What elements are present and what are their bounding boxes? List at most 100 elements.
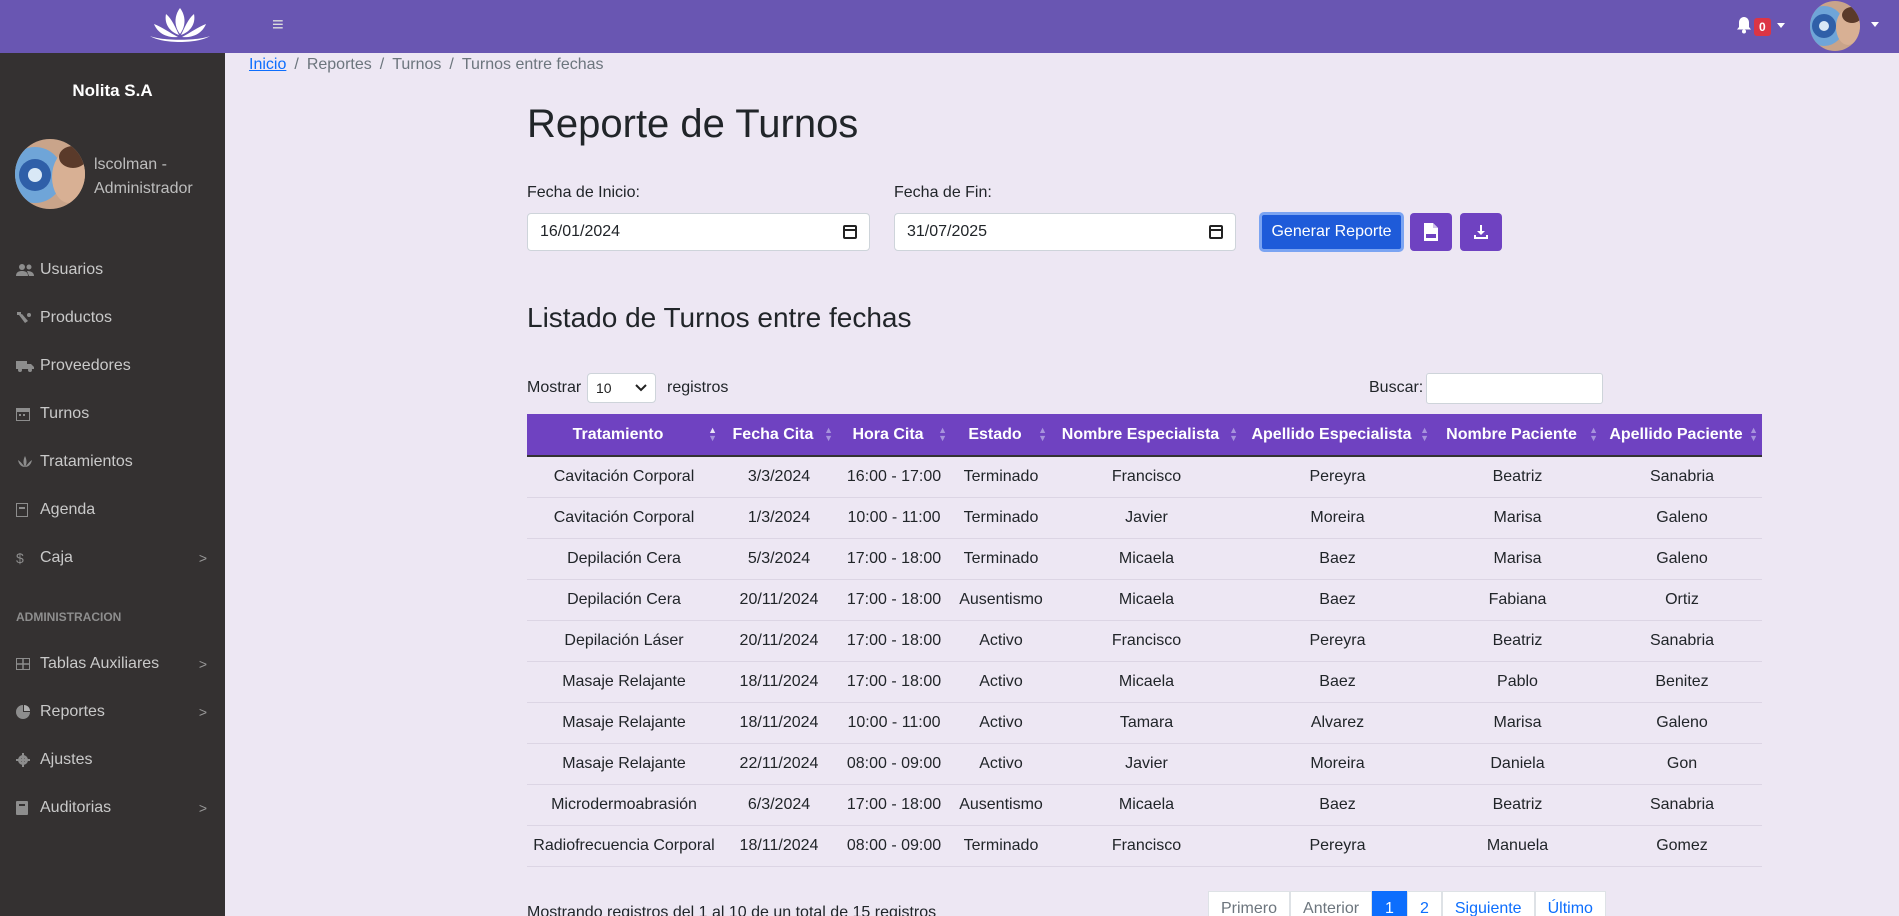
table-cell: Depilación Láser: [564, 631, 684, 649]
calendar-icon[interactable]: [843, 225, 857, 239]
table-cell: Cavitación Corporal: [553, 508, 695, 526]
sidebar: Nolita S.A lscolman - Administrador Usua…: [0, 53, 225, 916]
users-icon: [16, 263, 36, 277]
sidebar-item-tablas-auxiliares[interactable]: Tablas Auxiliares >: [0, 644, 225, 684]
column-header-tratamiento[interactable]: Tratamiento ▲ ▼: [527, 414, 721, 457]
table-cell: Pereyra: [1309, 836, 1366, 854]
sidebar-item-ajustes[interactable]: Ajustes: [0, 740, 225, 780]
sidebar-item-label: Tratamientos: [40, 453, 133, 470]
table-cell: 18/11/2024: [739, 836, 819, 854]
table-cell: Beatriz: [1492, 631, 1543, 649]
bell-icon: [1737, 17, 1751, 34]
sort-icon: ▲ ▼: [938, 425, 947, 443]
chevron-down-icon: [1776, 22, 1785, 28]
export-pdf-button[interactable]: [1410, 213, 1452, 251]
table-row: Cavitación Corporal 1/3/2024 10:00 - 11:00…: [527, 497, 1762, 538]
menu-toggle-icon[interactable]: ≡: [272, 14, 284, 37]
chevron-down-icon[interactable]: [1871, 22, 1879, 27]
table-cell: Sanabria: [1649, 795, 1715, 813]
page-2-button[interactable]: 2: [1406, 891, 1442, 916]
truck-icon: [16, 359, 36, 373]
table-cell: Alvarez: [1310, 713, 1365, 731]
pagination: Primero Anterior 1 2 Siguiente Último: [1208, 891, 1606, 916]
breadcrumb-item-turnos: Turnos: [392, 56, 442, 73]
page-last-button[interactable]: Último: [1534, 891, 1606, 916]
chevron-right-icon: >: [198, 800, 207, 816]
sidebar-item-productos[interactable]: Productos: [0, 298, 225, 338]
page-next-button[interactable]: Siguiente: [1441, 891, 1535, 916]
table-cell: Francisco: [1111, 631, 1182, 649]
column-header-fecha-cita[interactable]: Fecha Cita ▲ ▼: [721, 414, 837, 457]
table-cell: Francisco: [1111, 836, 1182, 854]
lotus-logo[interactable]: [148, 6, 212, 46]
sort-icon: ▲ ▼: [1420, 425, 1429, 443]
book-icon: [16, 503, 36, 517]
breadcrumb-item-reportes: Reportes: [306, 56, 372, 73]
page-length-select[interactable]: 10: [587, 373, 656, 403]
start-date-label: Fecha de Inicio:: [527, 184, 640, 201]
table-row: Microdermoabrasión 6/3/2024 17:00 - 18:00 A…: [527, 784, 1762, 825]
user-avatar[interactable]: [1810, 1, 1860, 51]
sort-icon: ▲ ▼: [1589, 425, 1598, 443]
page-first-button[interactable]: Primero: [1208, 891, 1291, 916]
table-cell: Ausentismo: [959, 795, 1043, 813]
end-date-input[interactable]: 31/07/2025: [894, 213, 1236, 251]
table-cell: 17:00 - 18:00: [846, 549, 942, 567]
table-cell: 17:00 - 18:00: [846, 795, 942, 813]
table-cell: Depilación Cera: [567, 590, 681, 608]
table-cell: Depilación Cera: [567, 549, 681, 567]
table-cell: Baez: [1319, 672, 1356, 690]
sidebar-item-agenda[interactable]: Agenda: [0, 490, 225, 530]
download-button[interactable]: [1460, 213, 1502, 251]
column-header-nombre-paciente[interactable]: Nombre Paciente ▲ ▼: [1433, 414, 1602, 457]
sidebar-item-reportes[interactable]: Reportes >: [0, 692, 225, 732]
sidebar-item-tratamientos[interactable]: Tratamientos: [0, 442, 225, 482]
sort-icon: ▲ ▼: [1038, 425, 1047, 443]
sidebar-item-caja[interactable]: $ Caja >: [0, 538, 225, 578]
column-header-apellido-paciente[interactable]: Apellido Paciente ▲ ▼: [1602, 414, 1762, 457]
sidebar-item-turnos[interactable]: Turnos: [0, 394, 225, 434]
avatar[interactable]: [15, 139, 85, 209]
page-length-value: 10: [596, 380, 612, 396]
calendar-icon[interactable]: [1209, 225, 1223, 239]
generate-report-button[interactable]: Generar Reporte: [1259, 212, 1404, 252]
end-date-value: 31/07/2025: [907, 223, 988, 240]
table-cell: Micaela: [1118, 672, 1175, 690]
table-cell: Masaje Relajante: [562, 672, 686, 690]
table-cell: Fabiana: [1488, 590, 1547, 608]
table-cell: Moreira: [1310, 508, 1365, 526]
sidebar-item-proveedores[interactable]: Proveedores: [0, 346, 225, 386]
sidebar-item-label: Usuarios: [40, 261, 104, 278]
table-cell: 17:00 - 18:00: [846, 590, 942, 608]
start-date-value: 16/01/2024: [540, 223, 621, 240]
table-cell: 08:00 - 09:00: [846, 754, 942, 772]
column-header-hora-cita[interactable]: Hora Cita ▲ ▼: [837, 414, 951, 457]
table-cell: 5/3/2024: [747, 549, 811, 567]
search-input[interactable]: [1426, 373, 1603, 404]
chevron-right-icon: >: [198, 704, 207, 720]
sidebar-item-label: Agenda: [40, 501, 96, 518]
notifications-button[interactable]: 0: [1736, 14, 1785, 36]
chevron-down-icon: [635, 384, 647, 392]
sidebar-item-auditorias[interactable]: Auditorias >: [0, 788, 225, 828]
column-header-nombre-especialista[interactable]: Nombre Especialista ▲ ▼: [1051, 414, 1242, 457]
brand-name[interactable]: Nolita S.A: [0, 81, 225, 101]
sidebar-item-label: Productos: [40, 309, 113, 326]
column-header-estado[interactable]: Estado ▲ ▼: [951, 414, 1051, 457]
table-cell: Activo: [979, 672, 1023, 690]
table-cell: 08:00 - 09:00: [846, 836, 942, 854]
table-cell: Ausentismo: [959, 590, 1043, 608]
start-date-input[interactable]: 16/01/2024: [527, 213, 870, 251]
column-header-apellido-especialista[interactable]: Apellido Especialista ▲ ▼: [1242, 414, 1433, 457]
table-cell: 1/3/2024: [747, 508, 811, 526]
table-cell: Micaela: [1118, 795, 1175, 813]
section-label-administracion: ADMINISTRACION: [16, 610, 122, 624]
table-cell: 18/11/2024: [739, 713, 819, 731]
page-1-button[interactable]: 1: [1372, 891, 1407, 916]
table-cell: Baez: [1319, 590, 1356, 608]
username[interactable]: lscolman -: [94, 153, 193, 177]
sidebar-item-usuarios[interactable]: Usuarios: [0, 250, 225, 290]
breadcrumb-link-inicio[interactable]: Inicio: [249, 56, 286, 73]
table-cell: Activo: [979, 631, 1023, 649]
page-previous-button[interactable]: Anterior: [1290, 891, 1373, 916]
